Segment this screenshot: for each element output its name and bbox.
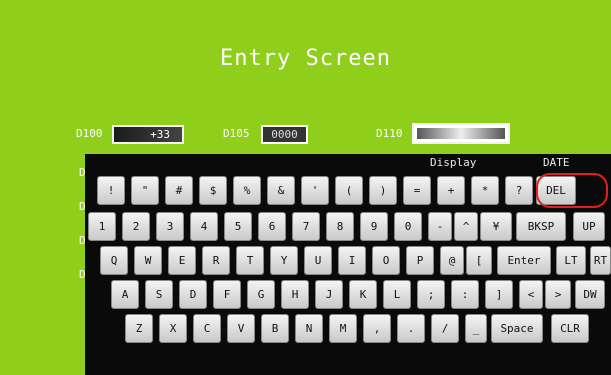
key-w[interactable]: W: [134, 246, 162, 275]
key-l[interactable]: L: [383, 280, 411, 309]
key-m[interactable]: M: [329, 314, 357, 343]
page-title: Entry Screen: [220, 46, 391, 71]
key-c[interactable]: C: [193, 314, 221, 343]
key-period[interactable]: .: [397, 314, 425, 343]
key-1[interactable]: 1: [88, 212, 116, 241]
key-comma[interactable]: ,: [363, 314, 391, 343]
key-t[interactable]: T: [236, 246, 264, 275]
d105-label: D105: [223, 127, 250, 140]
key-n[interactable]: N: [295, 314, 323, 343]
key-clr[interactable]: CLR: [551, 314, 589, 343]
key-slash[interactable]: /: [431, 314, 459, 343]
key-quote[interactable]: ": [131, 176, 159, 205]
key-q[interactable]: Q: [100, 246, 128, 275]
key-s[interactable]: S: [145, 280, 173, 309]
key-exclamation[interactable]: !: [97, 176, 125, 205]
key-hash[interactable]: #: [165, 176, 193, 205]
key-ampersand[interactable]: &: [267, 176, 295, 205]
key-enter[interactable]: Enter: [497, 246, 551, 275]
key-apostrophe[interactable]: ': [301, 176, 329, 205]
key-d[interactable]: D: [179, 280, 207, 309]
key-caret[interactable]: ^: [454, 212, 478, 241]
key-9[interactable]: 9: [360, 212, 388, 241]
key-b[interactable]: B: [261, 314, 289, 343]
key-percent[interactable]: %: [233, 176, 261, 205]
key-7[interactable]: 7: [292, 212, 320, 241]
del-key-highlight: [536, 173, 608, 208]
key-a[interactable]: A: [111, 280, 139, 309]
key-r[interactable]: R: [202, 246, 230, 275]
key-h[interactable]: H: [281, 280, 309, 309]
key-colon[interactable]: :: [451, 280, 479, 309]
key-space[interactable]: Space: [491, 314, 543, 343]
key-5[interactable]: 5: [224, 212, 252, 241]
key-o[interactable]: O: [372, 246, 400, 275]
d110-gradient: [417, 128, 505, 139]
key-y[interactable]: Y: [270, 246, 298, 275]
key-dollar[interactable]: $: [199, 176, 227, 205]
key-f[interactable]: F: [213, 280, 241, 309]
key-at[interactable]: @: [440, 246, 464, 275]
key-lt[interactable]: LT: [556, 246, 586, 275]
key-plus[interactable]: +: [437, 176, 465, 205]
key-g[interactable]: G: [247, 280, 275, 309]
key-z[interactable]: Z: [125, 314, 153, 343]
key-6[interactable]: 6: [258, 212, 286, 241]
key-dw[interactable]: DW: [575, 280, 605, 309]
key-underscore[interactable]: _: [465, 314, 487, 343]
key-yen[interactable]: ¥: [480, 212, 512, 241]
key-bksp[interactable]: BKSP: [516, 212, 566, 241]
key-equals[interactable]: =: [403, 176, 431, 205]
key-question[interactable]: ?: [505, 176, 533, 205]
key-bracket-open[interactable]: [: [466, 246, 492, 275]
key-up[interactable]: UP: [573, 212, 605, 241]
key-4[interactable]: 4: [190, 212, 218, 241]
key-p[interactable]: P: [406, 246, 434, 275]
d100-label: D100: [76, 127, 103, 140]
key-i[interactable]: I: [338, 246, 366, 275]
d110-label: D110: [376, 127, 403, 140]
keyboard-display-label: Display: [430, 156, 477, 169]
d100-field[interactable]: +33: [112, 125, 184, 144]
key-3[interactable]: 3: [156, 212, 184, 241]
key-less-than[interactable]: <: [519, 280, 543, 309]
key-u[interactable]: U: [304, 246, 332, 275]
key-2[interactable]: 2: [122, 212, 150, 241]
key-j[interactable]: J: [315, 280, 343, 309]
key-0[interactable]: 0: [394, 212, 422, 241]
key-e[interactable]: E: [168, 246, 196, 275]
key-x[interactable]: X: [159, 314, 187, 343]
key-paren-open[interactable]: (: [335, 176, 363, 205]
key-rt[interactable]: RT: [590, 246, 611, 275]
key-8[interactable]: 8: [326, 212, 354, 241]
key-v[interactable]: V: [227, 314, 255, 343]
keyboard-date-label: DATE: [543, 156, 570, 169]
key-semicolon[interactable]: ;: [417, 280, 445, 309]
key-paren-close[interactable]: ): [369, 176, 397, 205]
key-asterisk[interactable]: *: [471, 176, 499, 205]
key-minus[interactable]: -: [428, 212, 452, 241]
d110-field[interactable]: [412, 123, 510, 144]
key-greater-than[interactable]: >: [545, 280, 571, 309]
key-k[interactable]: K: [349, 280, 377, 309]
d105-field[interactable]: 0000: [261, 125, 308, 144]
key-bracket-close[interactable]: ]: [485, 280, 513, 309]
